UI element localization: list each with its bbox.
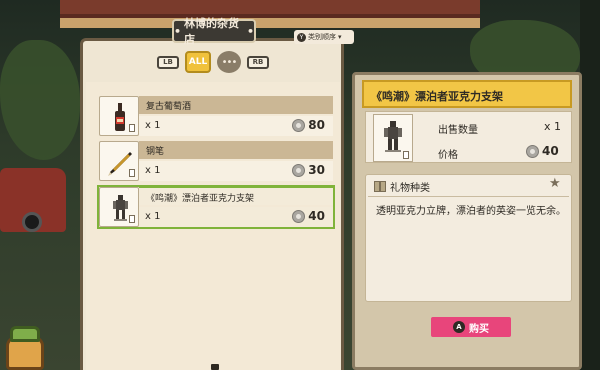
scroll-indicator[interactable] (211, 364, 219, 370)
detail-price: 40 (526, 144, 559, 158)
backpack-icon[interactable] (4, 326, 46, 370)
shop-roof-trim (60, 18, 480, 28)
backpack-flap (10, 326, 40, 342)
car-wheel (22, 212, 42, 232)
tab-misc[interactable]: ••• (217, 51, 241, 73)
item-price: 40 (292, 209, 325, 223)
shop-title-plate: • 林博的杂货店 • (172, 17, 256, 46)
a-button-icon: A (453, 321, 465, 333)
buy-button[interactable]: A 购买 (431, 317, 511, 337)
coin-icon (292, 118, 306, 132)
item-price-value: 80 (308, 118, 325, 132)
sell-quantity-label: 出售数量 (438, 125, 478, 136)
tab-all[interactable]: ALL (185, 51, 211, 73)
item-price-value: 40 (308, 209, 325, 223)
item-thumbnail (99, 187, 139, 227)
item-name: 钢笔 (139, 141, 333, 159)
item-price: 30 (292, 163, 325, 177)
buy-label: 购买 (469, 323, 489, 335)
item-name: 复古葡萄酒 (139, 96, 333, 114)
gift-type-header: 礼物种类 (374, 179, 430, 194)
item-name: 《鸣潮》漂泊者亚克力支架 (139, 187, 333, 205)
item-box-icon (129, 215, 135, 223)
gift-type-label: 礼物种类 (390, 183, 430, 194)
item-price: 80 (292, 118, 325, 132)
star-icon[interactable]: ★ (549, 176, 561, 191)
title-bullet-left: • (174, 24, 182, 38)
tab-next-rb[interactable]: RB (247, 55, 269, 69)
shop-item-pen[interactable]: 钢笔 x 1 30 (99, 141, 333, 181)
shop-title: 林博的杂货店 (184, 17, 240, 46)
gift-icon (374, 181, 386, 192)
item-box-icon (129, 169, 135, 177)
item-price-value: 30 (308, 163, 325, 177)
item-thumbnail (99, 96, 139, 136)
shop-item-acrylic-stand[interactable]: 《鸣潮》漂泊者亚克力支架 x 1 40 (97, 185, 335, 229)
divider (368, 196, 569, 197)
category-tabs: LB ALL ••• RB (157, 51, 269, 73)
coin-icon (526, 144, 539, 158)
title-bullet-right: • (246, 24, 254, 38)
sort-button[interactable]: Y 类别顺序 ▾ (294, 30, 354, 44)
detail-price-value: 40 (542, 144, 559, 158)
background-shadow (580, 0, 600, 370)
item-description: 透明亚克力立牌，漂泊者的英姿一览无余。 (376, 206, 566, 217)
item-thumbnail (99, 141, 139, 181)
sort-label: 类别顺序 (308, 33, 336, 41)
tab-prev-lb[interactable]: LB (157, 55, 179, 69)
y-button-icon: Y (297, 32, 306, 42)
detail-title: 《鸣潮》漂泊者亚克力支架 (362, 80, 572, 108)
coin-icon (292, 209, 306, 223)
price-label: 价格 (438, 150, 458, 161)
sell-quantity-value[interactable]: x 1 (544, 120, 561, 133)
shop-item-wine[interactable]: 复古葡萄酒 x 1 80 (99, 96, 333, 136)
coin-icon (292, 163, 306, 177)
shop-roof (60, 0, 480, 18)
chevron-down-icon: ▾ (338, 33, 342, 41)
item-box-icon (129, 124, 135, 132)
item-box-icon (403, 151, 409, 159)
detail-thumbnail (373, 114, 413, 162)
